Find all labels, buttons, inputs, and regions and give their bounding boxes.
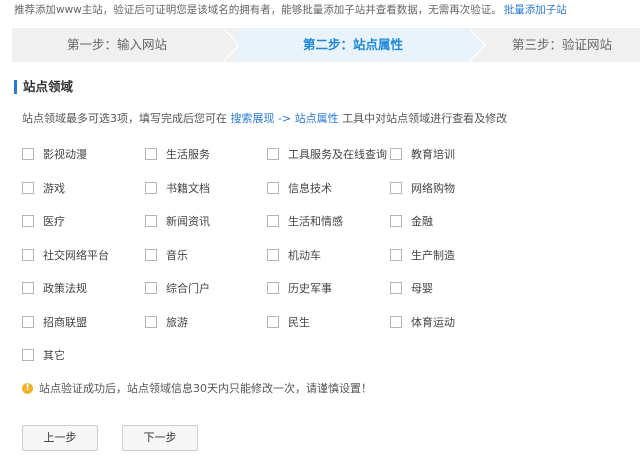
domain-option[interactable]: 音乐 [145,248,188,264]
warning-icon: ! [22,382,33,394]
domain-option[interactable]: 社交网络平台 [22,248,109,264]
domain-checkbox[interactable] [390,215,402,227]
domain-label: 影视动漫 [43,148,87,161]
domain-checkbox[interactable] [22,349,34,361]
domain-checkbox[interactable] [145,282,157,294]
domain-label: 工具服务及在线查询 [288,148,387,161]
domain-label: 生活服务 [166,148,210,161]
domain-checkbox[interactable] [390,181,402,194]
prev-step-button[interactable]: 上一步 [22,425,98,451]
top-note: 推荐添加www主站，验证后可证明您是该域名的拥有者，能够批量添加子站并查看数据，… [14,2,634,18]
domain-option[interactable]: 旅游 [145,315,188,331]
domain-option[interactable]: 影视动漫 [22,147,87,163]
domain-checkbox[interactable] [267,181,279,194]
domain-option[interactable]: 其它 [22,348,65,364]
domain-option[interactable]: 新闻资讯 [145,214,210,230]
domain-option[interactable]: 网络购物 [390,181,455,197]
domain-option[interactable]: 医疗 [22,214,65,230]
domain-label: 医疗 [43,215,65,228]
domain-label: 机动车 [288,248,321,262]
section-description: 站点领域最多可选3项，填写完成后您可在 搜索展现 -> 站点属性 工具中对站点领… [22,110,507,126]
step-arrow-1 [222,28,238,62]
domain-label: 音乐 [166,248,188,262]
domain-label: 社交网络平台 [43,248,109,262]
domain-checkbox[interactable] [390,315,402,328]
domain-option[interactable]: 工具服务及在线查询 [267,147,387,163]
domain-checkbox[interactable] [390,248,402,261]
domain-checkbox[interactable] [22,181,34,194]
domain-option[interactable]: 信息技术 [267,181,332,197]
domain-label: 生活和情感 [288,215,343,228]
domain-checkbox[interactable] [267,282,279,294]
domain-checkbox[interactable] [145,248,157,261]
domain-option[interactable]: 体育运动 [390,315,455,331]
domain-option[interactable]: 综合门户 [145,281,210,297]
warning-note: ! 站点验证成功后，站点领域信息30天内只能修改一次，请谨慎设置！ [22,380,372,396]
domain-label: 其它 [43,349,65,362]
domain-label: 招商联盟 [43,315,87,329]
desc-prefix: 站点领域最多可选3项，填写完成后您可在 [22,112,227,125]
batch-add-subsite-link[interactable]: 批量添加子站 [504,4,567,16]
domain-option[interactable]: 金融 [390,214,433,230]
domain-checkbox[interactable] [267,148,279,160]
domain-checkbox[interactable] [145,315,157,328]
domain-checkbox[interactable] [390,148,402,160]
domain-label: 书籍文档 [166,181,210,195]
domain-option[interactable]: 生活和情感 [267,214,343,230]
top-note-text: 推荐添加www主站，验证后可证明您是该域名的拥有者，能够批量添加子站并查看数据，… [14,4,502,16]
step-1: 第一步：输入网站 [66,37,167,52]
domain-option[interactable]: 历史军事 [267,281,332,297]
next-step-button[interactable]: 下一步 [122,425,198,451]
step-2-active: 第二步：站点属性 [238,28,468,62]
domain-checkbox[interactable] [145,181,157,194]
domain-label: 生产制造 [411,248,455,262]
domain-option[interactable]: 政策法规 [22,281,87,297]
domain-label: 母婴 [411,282,433,295]
domain-label: 民生 [288,315,310,329]
domain-checkbox[interactable] [267,248,279,261]
domain-checkbox[interactable] [145,148,157,160]
domain-label: 网络购物 [411,181,455,195]
desc-tool-link[interactable]: 搜索展现 -> 站点属性 [231,112,339,125]
domain-label: 政策法规 [43,282,87,295]
domain-label: 体育运动 [411,315,455,329]
domain-checkbox[interactable] [22,282,34,294]
domain-label: 新闻资讯 [166,215,210,228]
domain-checkbox[interactable] [22,215,34,227]
domain-checkbox[interactable] [267,215,279,227]
domain-option[interactable]: 教育培训 [390,147,455,163]
step-progress-bar: 第一步：输入网站 第二步：站点属性 第三步：验证网站 [12,28,640,62]
domain-label: 金融 [411,215,433,228]
domain-option[interactable]: 游戏 [22,181,65,197]
domain-option[interactable]: 生活服务 [145,147,210,163]
domain-label: 历史军事 [288,282,332,295]
warning-text: 站点验证成功后，站点领域信息30天内只能修改一次，请谨慎设置！ [39,382,372,395]
domain-checkbox[interactable] [145,215,157,227]
domain-option[interactable]: 生产制造 [390,248,455,264]
domain-option[interactable]: 民生 [267,315,310,331]
domain-option[interactable]: 招商联盟 [22,315,87,331]
section-title: 站点领域 [14,80,73,94]
domain-option[interactable]: 机动车 [267,248,321,264]
domain-label: 综合门户 [166,282,210,295]
domain-checkbox[interactable] [22,148,34,160]
domain-label: 旅游 [166,315,188,329]
domain-option[interactable]: 书籍文档 [145,181,210,197]
domain-checkbox[interactable] [390,282,402,294]
domain-label: 教育培训 [411,148,455,161]
domain-checkbox[interactable] [22,315,34,328]
domain-label: 游戏 [43,181,65,195]
desc-suffix: 工具中对站点领域进行查看及修改 [342,112,508,125]
domain-label: 信息技术 [288,181,332,195]
domain-option[interactable]: 母婴 [390,281,433,297]
step-3: 第三步：验证网站 [511,37,612,52]
domain-checkbox[interactable] [22,248,34,261]
domain-checkbox[interactable] [267,315,279,328]
